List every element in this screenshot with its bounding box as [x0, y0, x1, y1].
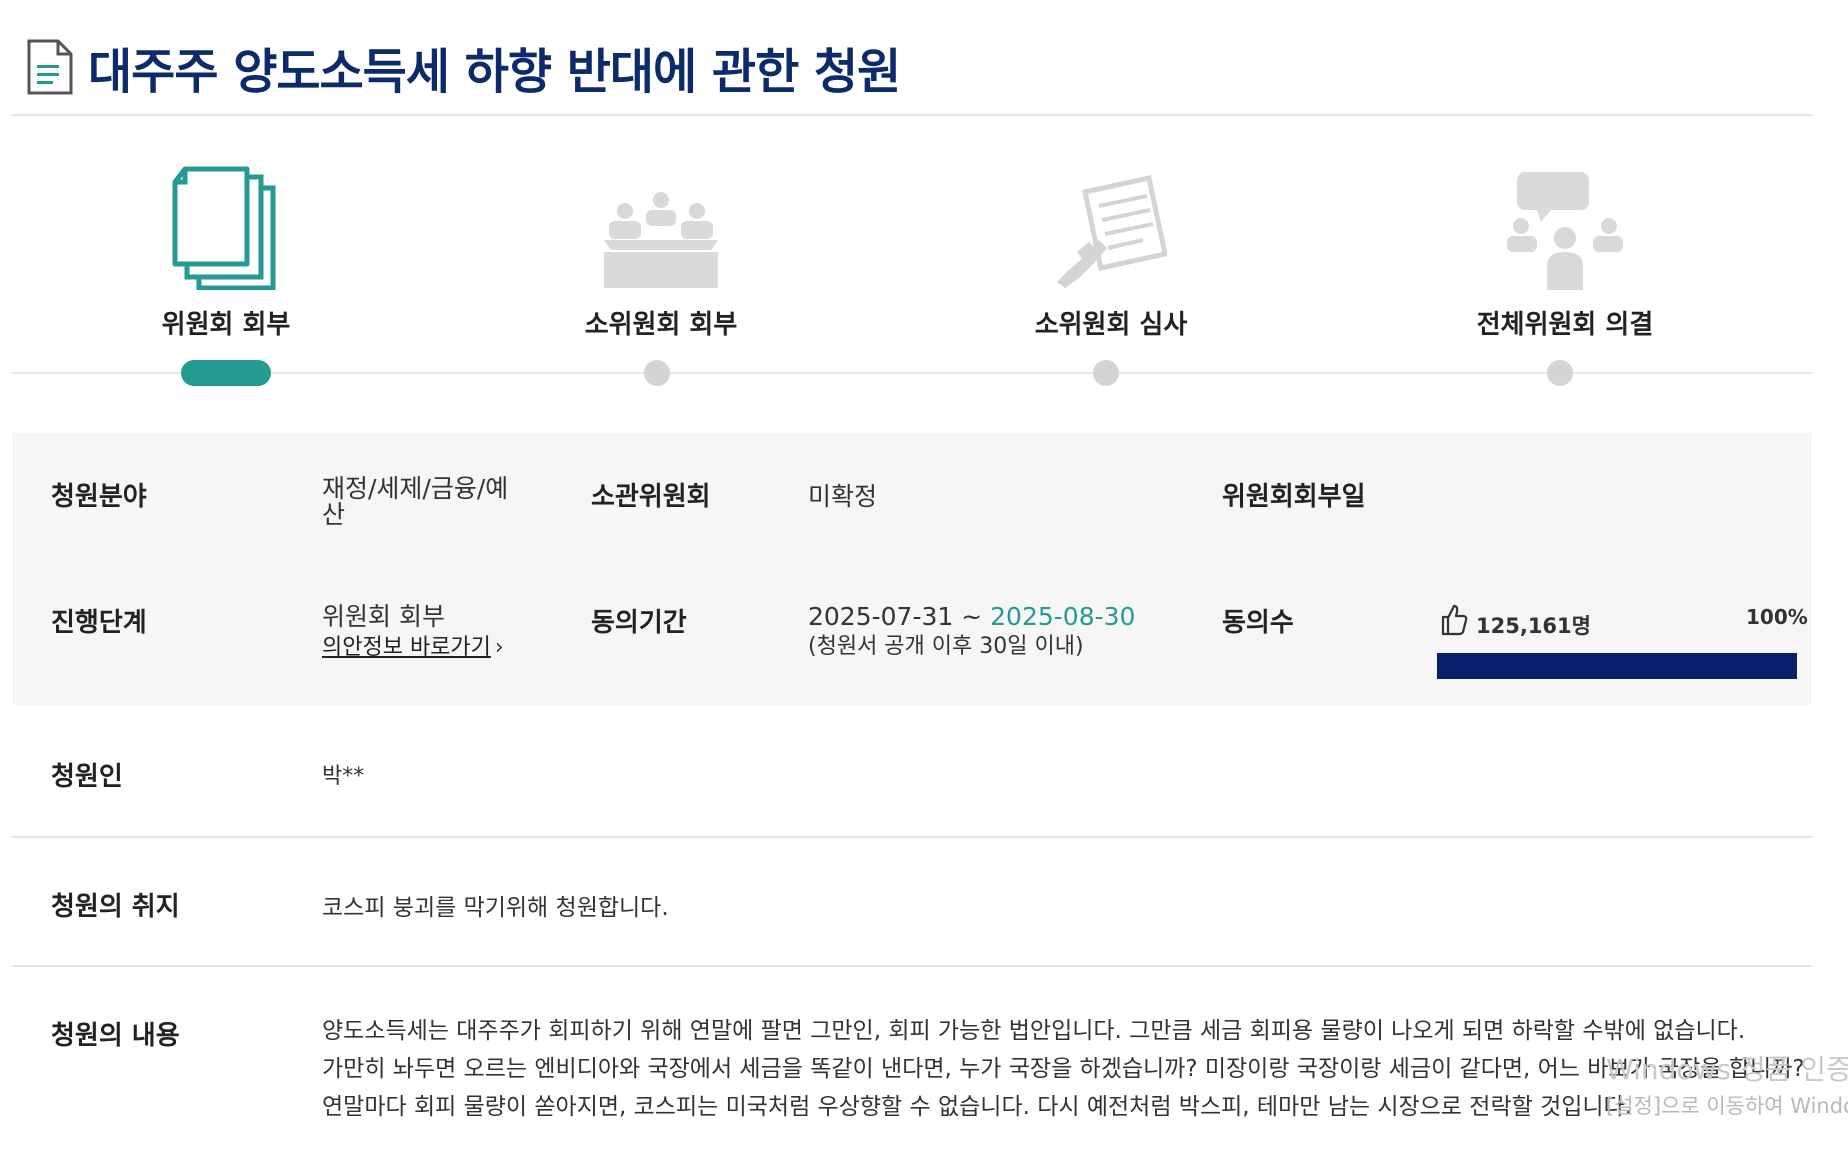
discussion-icon: [1507, 172, 1623, 290]
agree-count-value: 125,161명: [1476, 614, 1591, 638]
field-label: 청원분야: [51, 482, 147, 512]
step-full-committee-resolution: 전체위원회 의결: [1405, 150, 1725, 341]
step-committee-referral: 위원회 회부: [66, 150, 386, 341]
step-indicator: [1093, 360, 1119, 386]
meeting-icon: [604, 192, 718, 288]
period-note: (청원서 공개 이후 30일 이내): [808, 634, 1084, 659]
step-label: 소위원회 심사: [1034, 310, 1188, 340]
step-subcommittee-referral: 소위원회 회부: [501, 150, 821, 341]
step-label: 위원회 회부: [161, 310, 291, 340]
step-label: 전체위원회 의결: [1476, 310, 1654, 340]
petitioner-label: 청원인: [51, 762, 123, 792]
stage-label: 진행단계: [51, 608, 147, 638]
step-indicator: [644, 360, 670, 386]
content-line: 연말마다 회피 물량이 쏟아지면, 코스피는 미국처럼 우상향할 수 없습니다.…: [322, 1094, 1633, 1120]
windows-activation-watermark: Windows 정품 인증: [1606, 1053, 1848, 1086]
step-indicator: [1547, 360, 1573, 386]
row-divider: [12, 836, 1812, 838]
chevron-right-icon: ›: [494, 635, 504, 660]
progress-steps: 위원회 회부 소위원회 회부 소위원회 심사 전체위원회 의결: [12, 150, 1812, 390]
content-line: 양도소득세는 대주주가 회피하기 위해 연말에 팔면 그만인, 회피 가능한 법…: [322, 1018, 1746, 1044]
content-body: 양도소득세는 대주주가 회피하기 위해 연말에 팔면 그만인, 회피 가능한 법…: [322, 1012, 1805, 1126]
step-label: 소위원회 회부: [584, 310, 738, 340]
content-label: 청원의 내용: [51, 1021, 180, 1051]
field-value: 재정/세제/금융/예 산: [322, 474, 509, 529]
purpose-label: 청원의 취지: [51, 892, 180, 922]
purpose-value: 코스피 붕괴를 막기위해 청원합니다.: [322, 895, 669, 921]
committee-label: 소관위원회: [591, 482, 711, 512]
row-divider: [12, 965, 1812, 967]
committee-value: 미확정: [808, 482, 878, 511]
agree-progress-bar: [1437, 653, 1797, 679]
content-line: 가만히 놔두면 오르는 엔비디아와 국장에서 세금을 똑같이 낸다면, 누가 국…: [322, 1056, 1805, 1082]
thumbs-up-icon: [1441, 604, 1468, 636]
referral-date-label: 위원회회부일: [1222, 482, 1366, 512]
agree-count-label: 동의수: [1222, 608, 1294, 638]
period-end: 2025-08-30: [990, 602, 1136, 631]
period-start: 2025-07-31 ~: [808, 602, 991, 631]
steps-track-line: [12, 372, 1812, 374]
petitioner-value: 박**: [322, 764, 365, 789]
period-label: 동의기간: [591, 608, 687, 638]
documents-icon: [172, 166, 276, 290]
stage-value: 위원회 회부 의안정보 바로가기 ›: [322, 602, 504, 662]
bill-info-link[interactable]: 의안정보 바로가기 ›: [322, 632, 504, 662]
agree-progress-fill: [1437, 653, 1797, 679]
page-title: 대주주 양도소득세 하향 반대에 관한 청원: [88, 44, 901, 100]
step-subcommittee-review: 소위원회 심사: [951, 150, 1271, 341]
page-header: 대주주 양도소득세 하향 반대에 관한 청원: [12, 20, 1812, 116]
review-document-icon: [1057, 175, 1167, 288]
document-icon: [27, 39, 73, 95]
period-value: 2025-07-31 ~ 2025-08-30 (청원서 공개 이후 30일 이…: [808, 602, 1135, 662]
windows-activation-watermark-sub: [설정]으로 이동하여 Windows를: [1606, 1094, 1848, 1118]
agree-percent: 100%: [1746, 605, 1808, 629]
step-indicator-active: [181, 360, 271, 386]
